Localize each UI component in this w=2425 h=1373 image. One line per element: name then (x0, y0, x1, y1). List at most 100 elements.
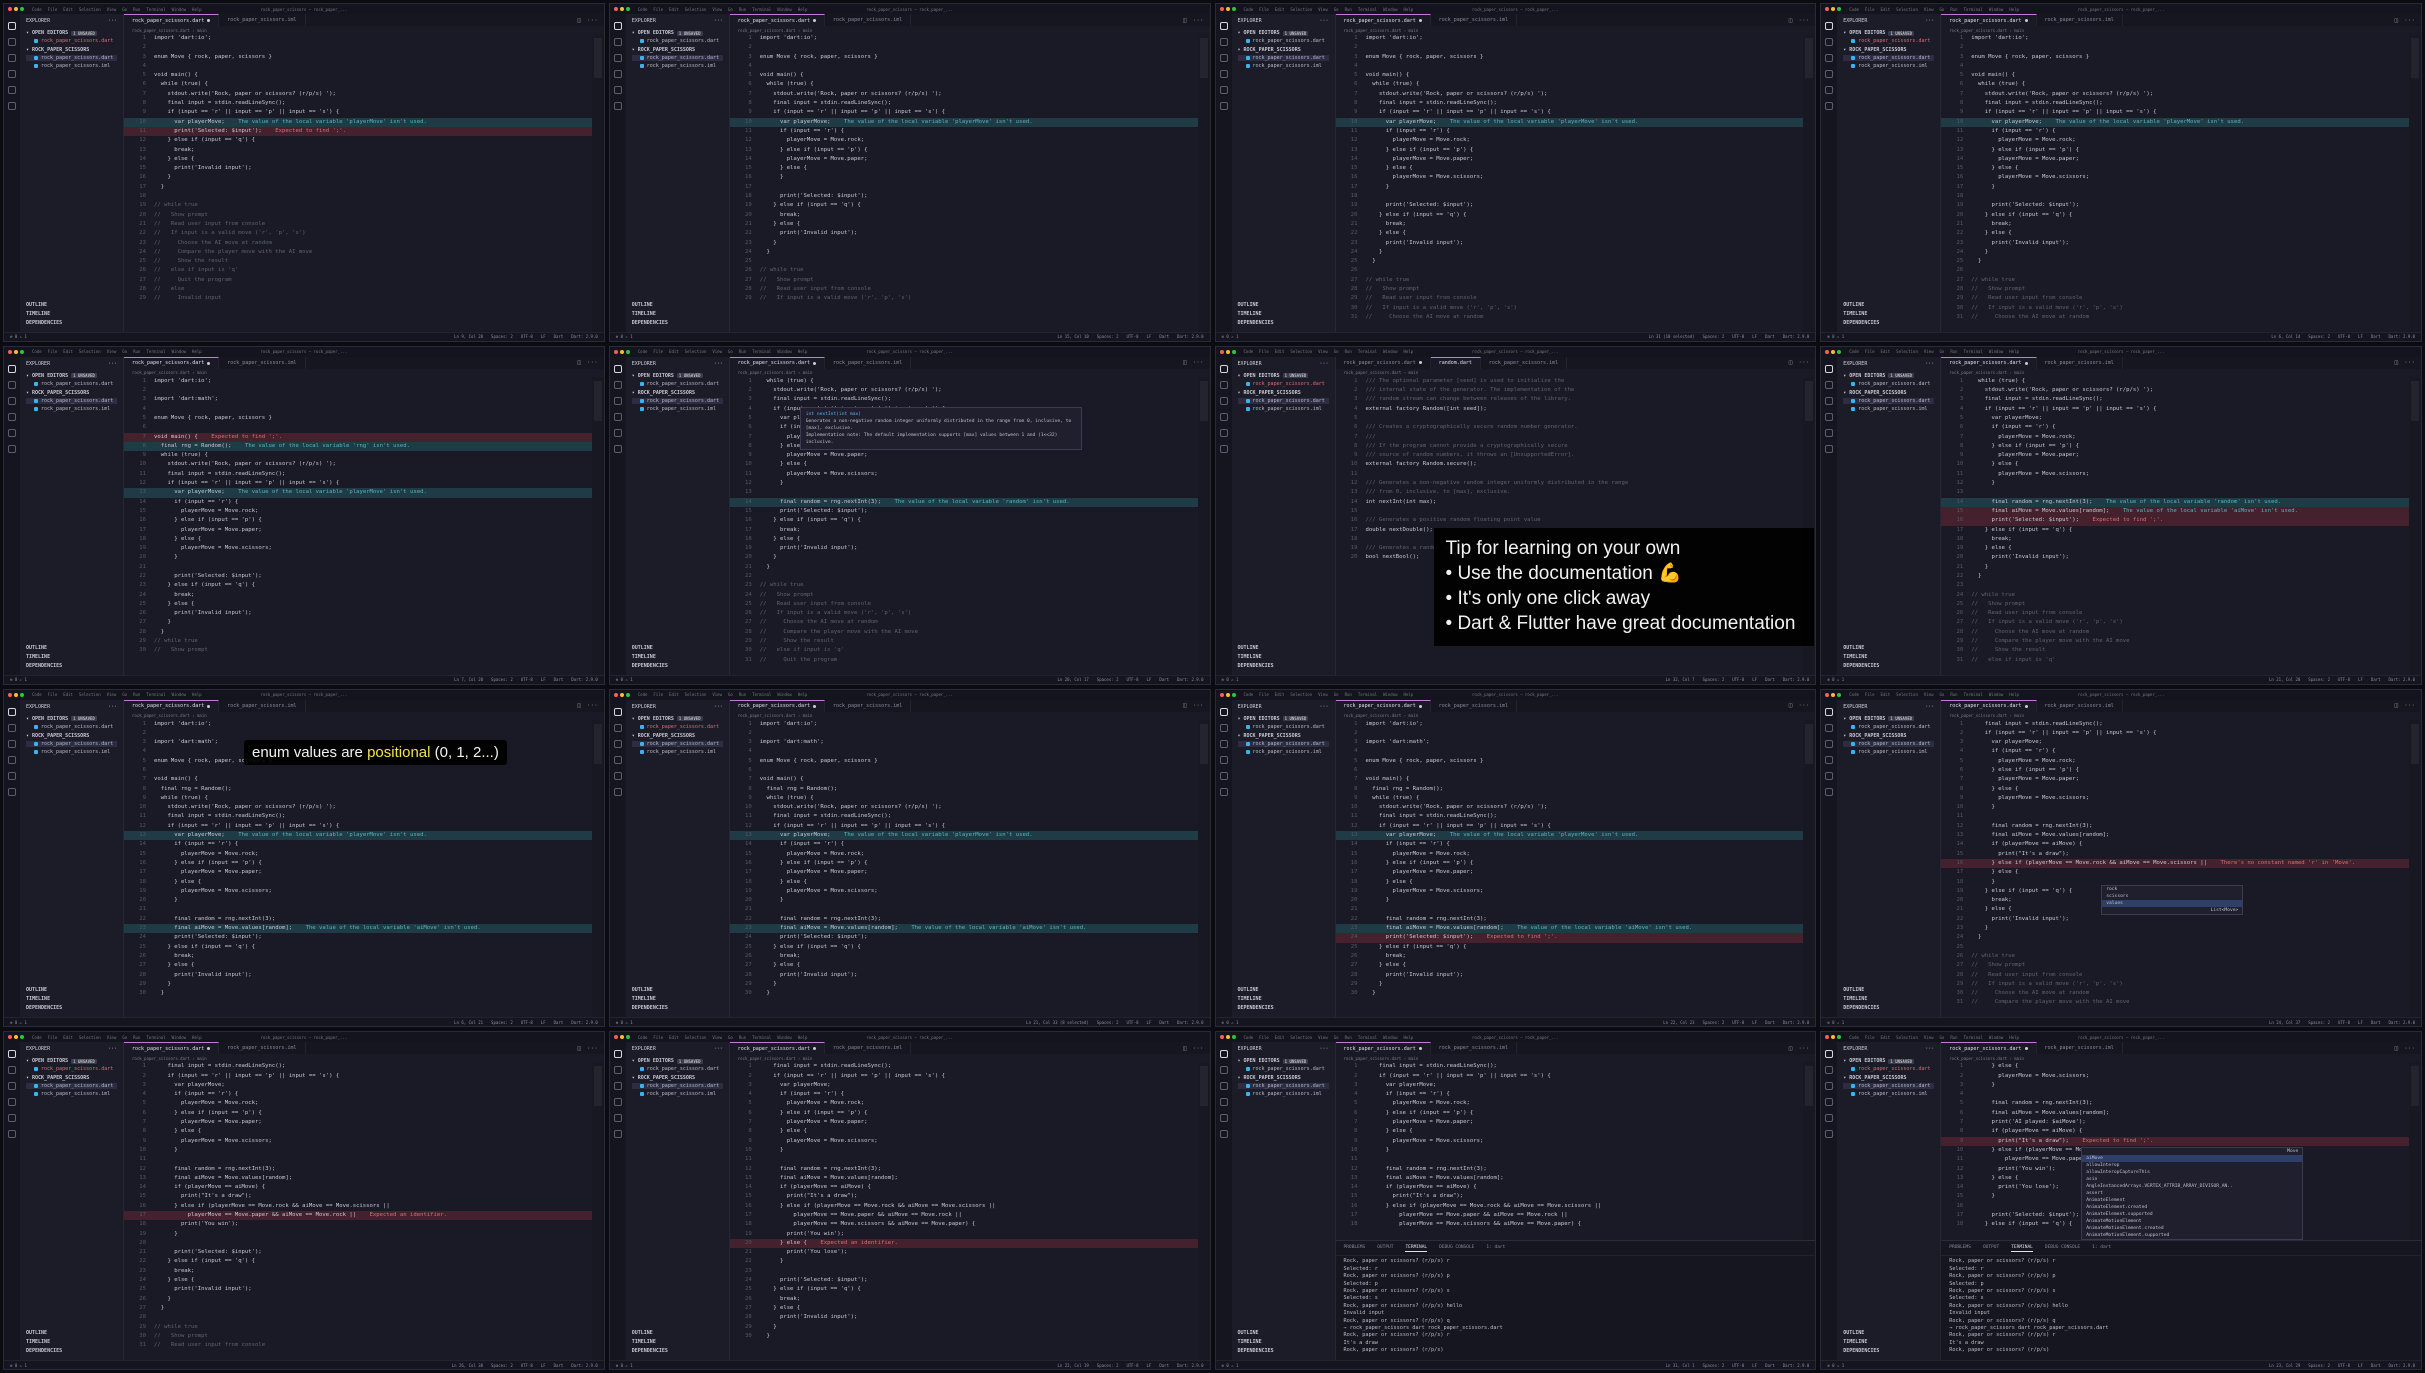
code-editor[interactable]: 1 import 'dart:io'; 2 3 import 'dart:math'; 4… (124, 377, 592, 676)
status-sdk[interactable]: Dart: 2.9.0 (2389, 334, 2416, 339)
minimap[interactable] (591, 376, 604, 676)
minimize-window-button[interactable] (1225, 7, 1230, 11)
unsaved-dot-icon[interactable] (2024, 1047, 2028, 1051)
status-encoding[interactable]: UTF-8 (521, 1363, 533, 1368)
status-eol[interactable]: LF (1147, 334, 1152, 339)
test-icon[interactable] (8, 787, 16, 796)
test-icon[interactable] (613, 787, 622, 796)
source-control-icon[interactable] (1219, 396, 1228, 405)
file-item[interactable]: rock_paper_scissors.iml (1843, 749, 1934, 755)
panel-tab-terminal[interactable]: TERMINAL (1405, 1244, 1428, 1253)
status-spaces[interactable]: Spaces: 2 (1097, 1020, 1119, 1025)
cursor-position[interactable]: Ln 31 (10 selected) (1649, 334, 1695, 339)
open-editor-item[interactable]: rock_paper_scissors.dart (26, 38, 117, 44)
status-encoding[interactable]: UTF-8 (521, 334, 533, 339)
close-window-button[interactable] (8, 1035, 12, 1040)
more-actions-icon[interactable]: ··· (1319, 18, 1328, 24)
file-item[interactable]: rock_paper_scissors.dart (26, 397, 117, 404)
file-item[interactable]: rock_paper_scissors.iml (1843, 63, 1934, 69)
menu-terminal[interactable]: Terminal (1358, 1035, 1377, 1040)
code-editor[interactable]: 1 import 'dart:io'; 2 3 import 'dart:math'; 4… (1335, 720, 1804, 1019)
minimap[interactable] (2409, 376, 2421, 676)
menu-edit[interactable]: Edit (1881, 7, 1891, 12)
file-item[interactable]: rock_paper_scissors.dart (631, 1083, 723, 1090)
cursor-position[interactable]: Ln 22, Col 23 (1663, 1020, 1694, 1025)
dependencies-section[interactable]: DEPENDENCIES (26, 1348, 117, 1354)
status-encoding[interactable]: UTF-8 (1126, 1363, 1138, 1368)
status-spaces[interactable]: Spaces: 2 (1097, 1363, 1119, 1368)
file-item[interactable]: rock_paper_scissors.dart (1843, 397, 1935, 404)
menu-edit[interactable]: Edit (63, 349, 73, 354)
cursor-position[interactable]: Ln 26, Col 38 (452, 1363, 483, 1368)
source-control-icon[interactable] (1219, 54, 1228, 62)
extensions-icon[interactable] (613, 428, 622, 437)
open-editors-section[interactable]: ▾ OPEN EDITORS 1 UNSAVED (26, 716, 117, 722)
tab-main-dart[interactable]: rock_paper_scissors.dart (1941, 1042, 2037, 1055)
menu-run[interactable]: Run (1950, 349, 1957, 354)
code-editor[interactable]: 1 import 'dart:io'; 2 3 enum Move { rock, pa… (1941, 34, 2409, 333)
file-item[interactable]: rock_paper_scissors.iml (1238, 406, 1329, 412)
files-icon[interactable] (1825, 707, 1834, 716)
status-spaces[interactable]: Spaces: 2 (1703, 334, 1725, 339)
status-eol[interactable]: LF (1752, 677, 1757, 682)
menu-help[interactable]: Help (2009, 349, 2019, 354)
file-item[interactable]: rock_paper_scissors.dart (1237, 1083, 1329, 1090)
source-control-icon[interactable] (613, 396, 622, 405)
timeline-section[interactable]: TIMELINE (26, 311, 117, 317)
project-folder[interactable]: ▾ ROCK_PAPER_SCISSORS (26, 390, 117, 396)
menu-help[interactable]: Help (1404, 1035, 1414, 1040)
source-control-icon[interactable] (613, 1082, 622, 1091)
timeline-section[interactable]: TIMELINE (1843, 1339, 1934, 1345)
menu-selection[interactable]: Selection (79, 7, 101, 12)
split-editor-icon[interactable]: ◫ (1183, 1045, 1187, 1052)
outline-section[interactable]: OUTLINE (1843, 302, 1934, 308)
menu-go[interactable]: Go (728, 7, 733, 12)
panel-tab-output[interactable]: OUTPUT (1377, 1244, 1393, 1252)
menu-file[interactable]: File (1865, 1035, 1875, 1040)
autocomplete-item[interactable]: allowInteropCaptureThis (2082, 1169, 2302, 1176)
minimap[interactable] (591, 34, 604, 333)
menu-view[interactable]: View (107, 692, 117, 697)
menu-window[interactable]: Window (777, 349, 791, 354)
menu-edit[interactable]: Edit (1881, 349, 1891, 354)
menu-selection[interactable]: Selection (1896, 7, 1918, 12)
status-eol[interactable]: LF (1147, 677, 1152, 682)
project-folder[interactable]: ▾ ROCK_PAPER_SCISSORS (26, 733, 117, 739)
test-icon[interactable] (1825, 102, 1834, 110)
tab-iml[interactable]: rock_paper_scissors.iml (219, 699, 306, 712)
split-editor-icon[interactable]: ◫ (1183, 702, 1187, 709)
extensions-icon[interactable] (8, 86, 16, 94)
search-icon[interactable] (613, 380, 622, 389)
search-icon[interactable] (613, 38, 622, 46)
status-lang[interactable]: Dart (2371, 1363, 2381, 1368)
minimize-window-button[interactable] (1831, 1035, 1836, 1040)
outline-section[interactable]: OUTLINE (1238, 1330, 1329, 1336)
split-editor-icon[interactable]: ◫ (2395, 702, 2399, 709)
menu-help[interactable]: Help (192, 692, 202, 697)
minimap[interactable] (1197, 376, 1210, 676)
menu-view[interactable]: View (1924, 349, 1934, 354)
menu-run[interactable]: Run (739, 1035, 746, 1040)
extensions-icon[interactable] (1825, 771, 1834, 780)
status-eol[interactable]: LF (2358, 1020, 2363, 1025)
dependencies-section[interactable]: DEPENDENCIES (632, 320, 723, 326)
more-actions-icon[interactable]: ··· (1319, 704, 1328, 710)
more-icon[interactable]: ··· (2404, 1045, 2415, 1052)
status-encoding[interactable]: UTF-8 (2338, 1363, 2350, 1368)
status-eol[interactable]: LF (1752, 334, 1757, 339)
open-editors-section[interactable]: ▾ OPEN EDITORS 1 UNSAVED (1843, 373, 1934, 379)
status-lang[interactable]: Dart (1159, 334, 1169, 339)
status-eol[interactable]: LF (1752, 1363, 1757, 1368)
close-window-button[interactable] (1219, 7, 1224, 11)
dependencies-section[interactable]: DEPENDENCIES (632, 663, 723, 669)
autocomplete-item[interactable]: scissors (2102, 893, 2242, 900)
autocomplete-item[interactable]: AnimateMotionElement (2082, 1218, 2302, 1225)
more-actions-icon[interactable]: ··· (714, 18, 723, 24)
window-controls[interactable] (1219, 1035, 1236, 1040)
menu-edit[interactable]: Edit (669, 349, 679, 354)
close-window-button[interactable] (1219, 692, 1224, 697)
file-item[interactable]: rock_paper_scissors.dart (631, 397, 723, 404)
problems-count[interactable]: ⊗ 0 ⚠ 1 (1222, 334, 1239, 339)
menu-window[interactable]: Window (1383, 1035, 1397, 1040)
autocomplete-item[interactable]: AnimateElement.supported (2082, 1211, 2302, 1218)
